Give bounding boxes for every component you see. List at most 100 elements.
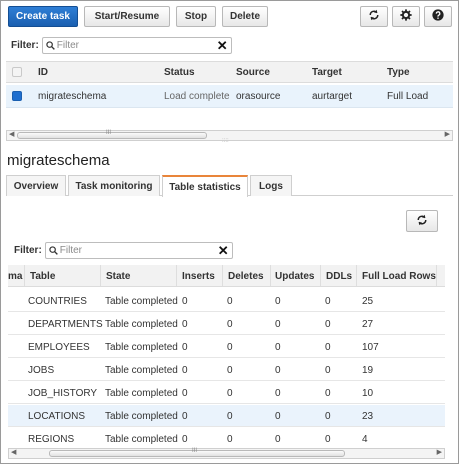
column-header-inserts[interactable]: Inserts <box>182 271 215 282</box>
table-state: Table completed <box>105 365 178 376</box>
scrollbar-thumb[interactable]: III <box>49 448 345 457</box>
table-inserts: 0 <box>182 296 188 307</box>
stats-filter-label: Filter: <box>14 244 42 256</box>
stats-filter: Filter: ✕ <box>14 241 233 259</box>
stats-refresh-button[interactable] <box>406 210 438 232</box>
table-ddls: 0 <box>325 434 331 445</box>
tab-table-statistics[interactable]: Table statistics <box>162 175 248 197</box>
table-deletes: 0 <box>227 319 233 330</box>
search-icon <box>46 40 55 50</box>
column-divider <box>320 265 321 286</box>
refresh-icon <box>416 214 428 229</box>
help-icon <box>432 9 444 24</box>
help-button[interactable] <box>424 6 452 27</box>
delete-button[interactable]: Delete <box>222 6 268 27</box>
scroll-right-icon[interactable]: ▶ <box>445 130 450 138</box>
column-header-target[interactable]: Target <box>312 67 342 78</box>
task-filter-clear-icon[interactable]: ✕ <box>217 38 228 54</box>
table-row-job-history[interactable]: JOB_HISTORY Table completed 0 0 0 0 10 <box>8 382 445 404</box>
refresh-button[interactable] <box>360 6 388 27</box>
table-ddls: 0 <box>325 342 331 353</box>
create-task-button[interactable]: Create task <box>8 6 78 27</box>
scrollbar-thumb[interactable]: III <box>17 130 207 139</box>
task-detail-title: migrateschema <box>7 152 110 169</box>
column-divider <box>176 265 177 286</box>
scroll-left-icon[interactable]: ◀ <box>11 448 16 456</box>
table-deletes: 0 <box>227 388 233 399</box>
table-deletes: 0 <box>227 296 233 307</box>
stats-table-scrollbar[interactable]: ◀ III ▶ <box>8 448 445 459</box>
task-status: Load complete <box>164 91 230 102</box>
column-divider <box>24 265 25 286</box>
table-inserts: 0 <box>182 388 188 399</box>
table-updates: 0 <box>275 388 281 399</box>
column-header-ddls[interactable]: DDLs <box>326 271 352 282</box>
table-full-load-rows: 4 <box>362 434 368 445</box>
row-checkbox[interactable] <box>12 91 22 101</box>
task-source: orasource <box>236 91 281 102</box>
column-header-updates[interactable]: Updates <box>275 271 314 282</box>
search-icon <box>49 245 58 255</box>
table-row-jobs[interactable]: JOBS Table completed 0 0 0 0 19 <box>8 359 445 381</box>
table-inserts: 0 <box>182 434 188 445</box>
task-table-header: ID Status Source Target Type <box>6 61 453 83</box>
table-updates: 0 <box>275 319 281 330</box>
table-full-load-rows: 23 <box>362 411 374 422</box>
stats-filter-box: ✕ <box>44 241 233 259</box>
scroll-left-icon[interactable]: ◀ <box>9 130 14 138</box>
task-type: Full Load <box>387 91 429 102</box>
column-header-full-load-rows[interactable]: Full Load Rows <box>362 271 436 282</box>
table-updates: 0 <box>275 411 281 422</box>
task-filter-label: Filter: <box>11 39 39 51</box>
table-full-load-rows: 10 <box>362 388 374 399</box>
stats-filter-input[interactable] <box>59 242 210 258</box>
column-divider <box>436 265 437 286</box>
scrollbar-grip: III <box>192 448 198 454</box>
settings-button[interactable] <box>392 6 420 27</box>
task-table-scrollbar[interactable]: ◀ III ▶ <box>6 130 453 141</box>
tab-overview[interactable]: Overview <box>6 175 66 196</box>
stop-button[interactable]: Stop <box>176 6 216 27</box>
task-toolbar: Create task Start/Resume Stop Delete <box>8 6 453 28</box>
column-header-source[interactable]: Source <box>236 67 270 78</box>
column-divider <box>222 265 223 286</box>
column-header-table[interactable]: Table <box>30 271 55 282</box>
column-header-state[interactable]: State <box>106 271 130 282</box>
column-header-deletes[interactable]: Deletes <box>228 271 264 282</box>
task-row-migrateschema[interactable]: migrateschema Load complete orasource au… <box>6 85 453 108</box>
column-header-id[interactable]: ID <box>38 67 48 78</box>
stats-table-header: ma Table State Inserts Deletes Updates D… <box>8 265 445 287</box>
table-name: JOB_HISTORY <box>28 388 98 399</box>
table-name: EMPLOYEES <box>28 342 90 353</box>
table-inserts: 0 <box>182 319 188 330</box>
table-updates: 0 <box>275 434 281 445</box>
column-header-status[interactable]: Status <box>164 67 195 78</box>
table-name: REGIONS <box>28 434 75 445</box>
stats-filter-clear-icon[interactable]: ✕ <box>218 243 229 259</box>
table-row-employees[interactable]: EMPLOYEES Table completed 0 0 0 0 107 <box>8 336 445 358</box>
select-all-checkbox[interactable] <box>12 67 22 77</box>
scroll-right-icon[interactable]: ▶ <box>437 448 442 456</box>
task-filter-input[interactable] <box>56 37 207 53</box>
table-deletes: 0 <box>227 434 233 445</box>
tab-logs[interactable]: Logs <box>250 175 292 196</box>
table-row-departments[interactable]: DEPARTMENTS Table completed 0 0 0 0 27 <box>8 313 445 335</box>
table-name: DEPARTMENTS <box>28 319 103 330</box>
table-inserts: 0 <box>182 365 188 376</box>
column-header-type[interactable]: Type <box>387 67 410 78</box>
panel-splitter[interactable]: :::: <box>0 138 459 145</box>
table-row-locations[interactable]: LOCATIONS Table completed 0 0 0 0 23 <box>8 405 445 427</box>
column-divider <box>270 265 271 286</box>
column-header-partial[interactable]: ma <box>8 271 22 282</box>
table-state: Table completed <box>105 342 178 353</box>
table-row-countries[interactable]: COUNTRIES Table completed 0 0 0 0 25 <box>8 290 445 312</box>
table-updates: 0 <box>275 365 281 376</box>
tab-task-monitoring[interactable]: Task monitoring <box>68 175 160 196</box>
table-deletes: 0 <box>227 411 233 422</box>
table-state: Table completed <box>105 411 178 422</box>
detail-tabs: Overview Task monitoring Table statistic… <box>6 175 453 197</box>
column-divider <box>100 265 101 286</box>
start-resume-button[interactable]: Start/Resume <box>84 6 170 27</box>
table-row-regions[interactable]: REGIONS Table completed 0 0 0 0 4 <box>8 428 445 450</box>
table-state: Table completed <box>105 388 178 399</box>
